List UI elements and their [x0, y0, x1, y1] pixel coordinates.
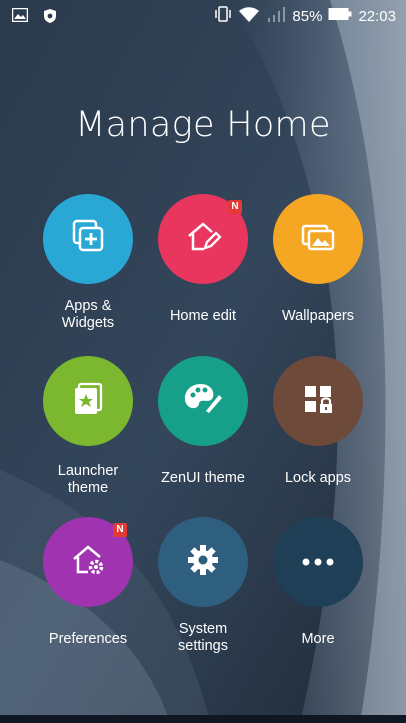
wifi-icon — [238, 6, 260, 26]
new-badge: N — [113, 523, 127, 537]
nav-bar — [0, 715, 406, 723]
tile-wallpapers[interactable]: Wallpapers — [263, 194, 373, 325]
tile-apps-widgets[interactable]: Apps & Widgets — [33, 194, 143, 332]
tile-label: System settings — [178, 621, 228, 654]
home-edit-icon — [183, 217, 223, 261]
tile-label: Lock apps — [284, 470, 352, 486]
more-icon — [298, 553, 338, 572]
palette-icon — [181, 379, 225, 423]
tile-circle[interactable] — [43, 194, 133, 284]
tile-label: Preferences — [48, 631, 128, 647]
tile-circle[interactable]: N — [158, 194, 248, 284]
tile-launcher-theme[interactable]: Launcher theme — [33, 356, 143, 497]
tile-lock-apps[interactable]: Lock apps — [263, 356, 373, 487]
tile-zenui-theme[interactable]: ZenUI theme — [148, 356, 258, 487]
tile-label: ZenUI theme — [161, 470, 245, 486]
tile-preferences[interactable]: N Preferences — [33, 517, 143, 648]
battery-icon — [328, 7, 352, 25]
battery-percent: 85% — [292, 7, 323, 25]
tile-label: Home edit — [169, 308, 237, 324]
tile-label: Apps & Widgets — [61, 298, 115, 331]
tile-circle[interactable]: N — [43, 517, 133, 607]
launcher-theme-icon — [68, 379, 108, 423]
status-bar: 85% 22:03 — [0, 0, 406, 32]
tile-label: Launcher theme — [57, 463, 119, 496]
tile-label: More — [301, 631, 335, 647]
vibrate-icon — [214, 6, 232, 26]
tile-label: Wallpapers — [282, 308, 354, 324]
page-title: Manage Home — [75, 105, 331, 145]
vpn-shield-icon — [42, 8, 58, 28]
preferences-icon — [68, 540, 108, 584]
tile-circle[interactable] — [273, 194, 363, 284]
image-icon — [11, 7, 29, 28]
tile-home-edit[interactable]: N Home edit — [148, 194, 258, 325]
signal-icon — [266, 6, 286, 26]
tile-circle[interactable] — [273, 356, 363, 446]
lock-apps-icon — [298, 379, 338, 423]
tile-circle[interactable] — [43, 356, 133, 446]
tile-circle[interactable] — [158, 517, 248, 607]
gear-icon — [183, 540, 223, 584]
apps-widgets-icon — [68, 217, 108, 261]
tile-more[interactable]: More — [263, 517, 373, 648]
clock: 22:03 — [358, 7, 396, 25]
new-badge: N — [228, 200, 242, 214]
tile-circle[interactable] — [158, 356, 248, 446]
wallpapers-icon — [298, 217, 338, 261]
tile-system-settings[interactable]: System settings — [148, 517, 258, 655]
tile-circle[interactable] — [273, 517, 363, 607]
